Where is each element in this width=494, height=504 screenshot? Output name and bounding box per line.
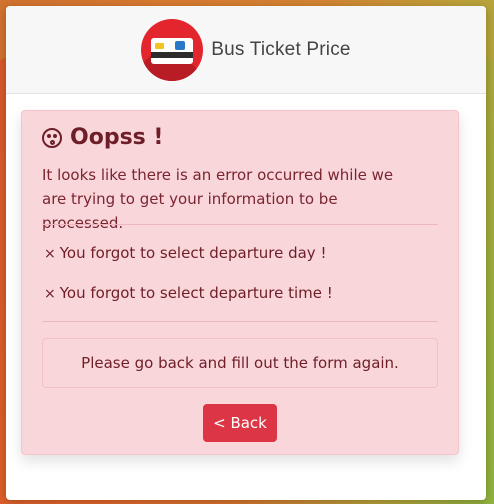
back-button[interactable]: < Back: [203, 404, 277, 442]
error-item: × You forgot to select departure day !: [44, 244, 326, 262]
notice-text: Please go back and fill out the form aga…: [81, 354, 399, 372]
app-title: Bus Ticket Price: [211, 38, 351, 60]
error-item-text: You forgot to select departure time !: [59, 284, 333, 302]
error-alert: Oopss ! It looks like there is an error …: [21, 110, 459, 455]
alert-heading-text: Oopss !: [70, 125, 164, 150]
divider: [42, 224, 438, 225]
close-icon: ×: [44, 246, 56, 262]
alert-heading: Oopss !: [42, 125, 163, 150]
bus-ticket-icon: [141, 18, 204, 81]
notice-box: Please go back and fill out the form aga…: [42, 338, 438, 388]
app-header: Bus Ticket Price: [6, 6, 486, 94]
close-icon: ×: [44, 286, 56, 302]
error-item: × You forgot to select departure time !: [44, 284, 333, 302]
error-item-text: You forgot to select departure day !: [59, 244, 327, 262]
dizzy-face-icon: [42, 127, 62, 148]
divider: [42, 321, 438, 322]
